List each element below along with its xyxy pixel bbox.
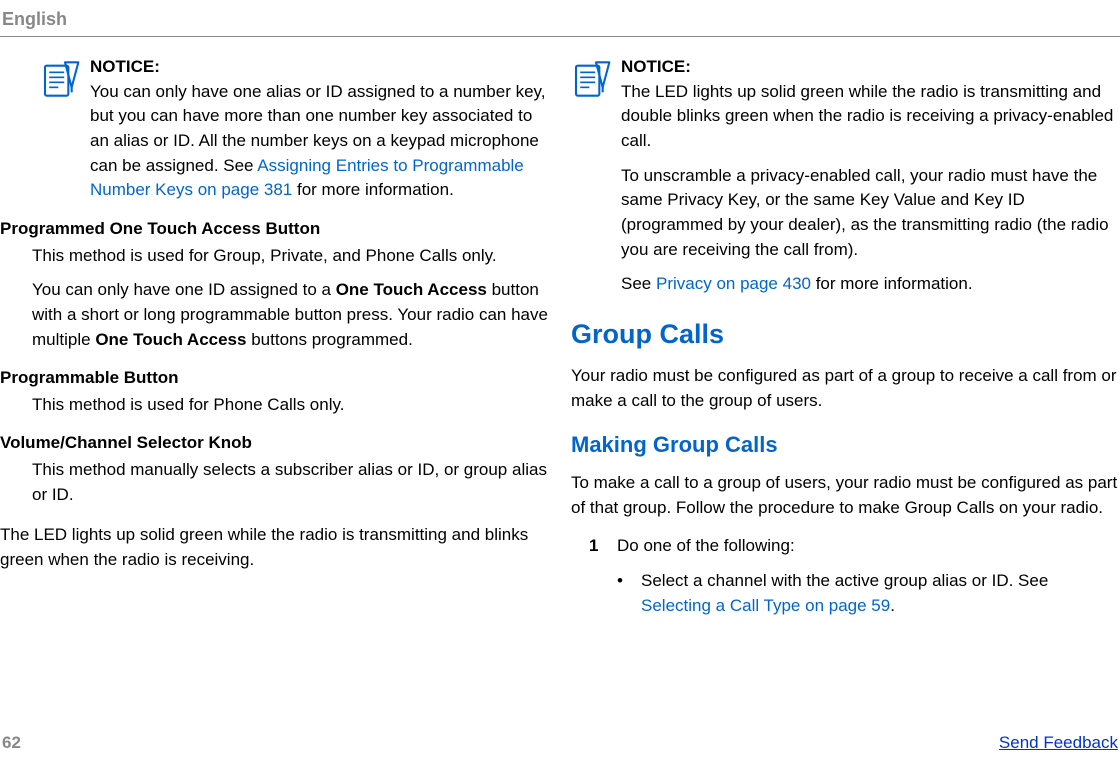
heading-programmable-button: Programmable Button	[0, 366, 549, 391]
page-number: 62	[2, 731, 21, 756]
heading-one-touch: Programmed One Touch Access Button	[0, 217, 549, 242]
notice-text-left: You can only have one alias or ID assign…	[90, 82, 546, 200]
bullet-1: • Select a channel with the active group…	[617, 569, 1120, 618]
footer: 62 Send Feedback	[2, 731, 1118, 756]
notice-body-left: NOTICE: You can only have one alias or I…	[90, 55, 549, 203]
making-group-calls-p: To make a call to a group of users, your…	[571, 471, 1120, 520]
bullet-1-text: Select a channel with the active group a…	[641, 569, 1120, 618]
right-column: NOTICE: The LED lights up solid green wh…	[571, 55, 1120, 618]
one-touch-p1: This method is used for Group, Private, …	[32, 244, 549, 269]
notice-block-right: NOTICE: The LED lights up solid green wh…	[531, 55, 1120, 297]
p2a: You can only have one ID assigned to a	[32, 280, 336, 299]
volume-knob-p1: This method manually selects a subscribe…	[32, 458, 549, 507]
bullet1a: Select a channel with the active group a…	[641, 571, 1048, 590]
bullet1b: .	[890, 596, 895, 615]
p3a: See	[621, 274, 656, 293]
left-column: NOTICE: You can only have one alias or I…	[0, 55, 549, 618]
p2d: One Touch Access	[95, 330, 246, 349]
heading-group-calls: Group Calls	[571, 315, 1120, 354]
notice-right-p2: To unscramble a privacy-enabled call, yo…	[621, 164, 1120, 263]
group-calls-p: Your radio must be configured as part of…	[571, 364, 1120, 413]
step-1-text: Do one of the following:	[617, 534, 795, 559]
step-1: 1 Do one of the following:	[589, 534, 1120, 559]
step-1-number: 1	[589, 534, 603, 559]
heading-volume-knob: Volume/Channel Selector Knob	[0, 431, 549, 456]
link-call-type[interactable]: Selecting a Call Type on page 59	[641, 596, 890, 615]
link-privacy[interactable]: Privacy on page 430	[656, 274, 811, 293]
notice-title-right: NOTICE:	[621, 55, 1120, 80]
notice-icon-right	[571, 59, 611, 99]
heading-making-group-calls: Making Group Calls	[571, 429, 1120, 461]
notice-body-right: NOTICE: The LED lights up solid green wh…	[621, 55, 1120, 297]
notice-right-p1: The LED lights up solid green while the …	[621, 80, 1120, 154]
header-divider	[0, 36, 1120, 37]
led-paragraph: The LED lights up solid green while the …	[0, 523, 549, 572]
p2e: buttons programmed.	[246, 330, 412, 349]
notice-title-left: NOTICE:	[90, 55, 549, 80]
one-touch-p2: You can only have one ID assigned to a O…	[32, 278, 549, 352]
p2b: One Touch Access	[336, 280, 487, 299]
notice-icon	[40, 59, 80, 99]
notice-right-p3: See Privacy on page 430 for more informa…	[621, 272, 1120, 297]
p3b: for more information.	[811, 274, 973, 293]
bullet-dot: •	[617, 569, 627, 594]
send-feedback-link[interactable]: Send Feedback	[999, 731, 1118, 756]
notice-text-part2: for more information.	[292, 180, 454, 199]
header-language: English	[0, 0, 1120, 36]
programmable-button-p1: This method is used for Phone Calls only…	[32, 393, 549, 418]
notice-block-left: NOTICE: You can only have one alias or I…	[0, 55, 549, 203]
content-columns: NOTICE: You can only have one alias or I…	[0, 55, 1120, 618]
